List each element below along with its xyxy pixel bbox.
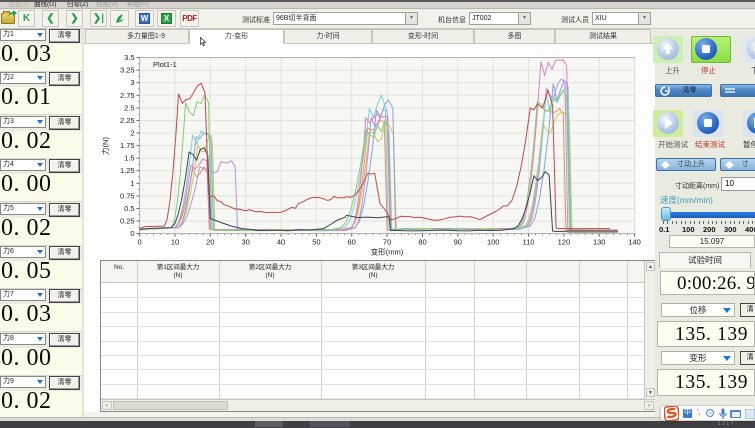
svg-text:120: 120 xyxy=(558,238,571,247)
svg-text:100: 100 xyxy=(487,238,500,247)
svg-text:50: 50 xyxy=(312,238,320,247)
svg-text:80: 80 xyxy=(418,238,426,247)
svg-text:2.25: 2.25 xyxy=(120,116,135,125)
svg-text:2.75: 2.75 xyxy=(120,91,135,100)
svg-text:0: 0 xyxy=(130,229,134,238)
svg-text:3.5: 3.5 xyxy=(124,53,134,62)
svg-text:60: 60 xyxy=(348,238,356,247)
svg-text:0.5: 0.5 xyxy=(124,204,134,213)
svg-text:3.25: 3.25 xyxy=(120,66,135,75)
svg-text:20: 20 xyxy=(206,238,214,247)
svg-text:130: 130 xyxy=(593,238,606,247)
svg-text:0.75: 0.75 xyxy=(120,191,135,200)
svg-text:3: 3 xyxy=(130,78,134,87)
svg-text:10: 10 xyxy=(171,238,179,247)
svg-text:70: 70 xyxy=(383,238,391,247)
svg-text:110: 110 xyxy=(523,238,535,247)
svg-text:1.75: 1.75 xyxy=(120,141,135,150)
svg-text:0: 0 xyxy=(138,238,142,247)
svg-text:Plot1-1: Plot1-1 xyxy=(153,60,177,69)
svg-text:1.25: 1.25 xyxy=(120,166,135,175)
svg-text:力(N): 力(N) xyxy=(100,137,110,155)
svg-text:0.25: 0.25 xyxy=(120,217,135,226)
svg-text:2: 2 xyxy=(130,129,134,138)
svg-text:1: 1 xyxy=(130,179,134,188)
svg-text:40: 40 xyxy=(277,238,285,247)
svg-text:1.5: 1.5 xyxy=(124,154,134,163)
svg-text:90: 90 xyxy=(454,238,462,247)
svg-text:变形(mm): 变形(mm) xyxy=(371,247,404,257)
svg-text:140: 140 xyxy=(628,238,641,247)
svg-text:30: 30 xyxy=(242,238,250,247)
svg-text:2.5: 2.5 xyxy=(124,103,134,112)
